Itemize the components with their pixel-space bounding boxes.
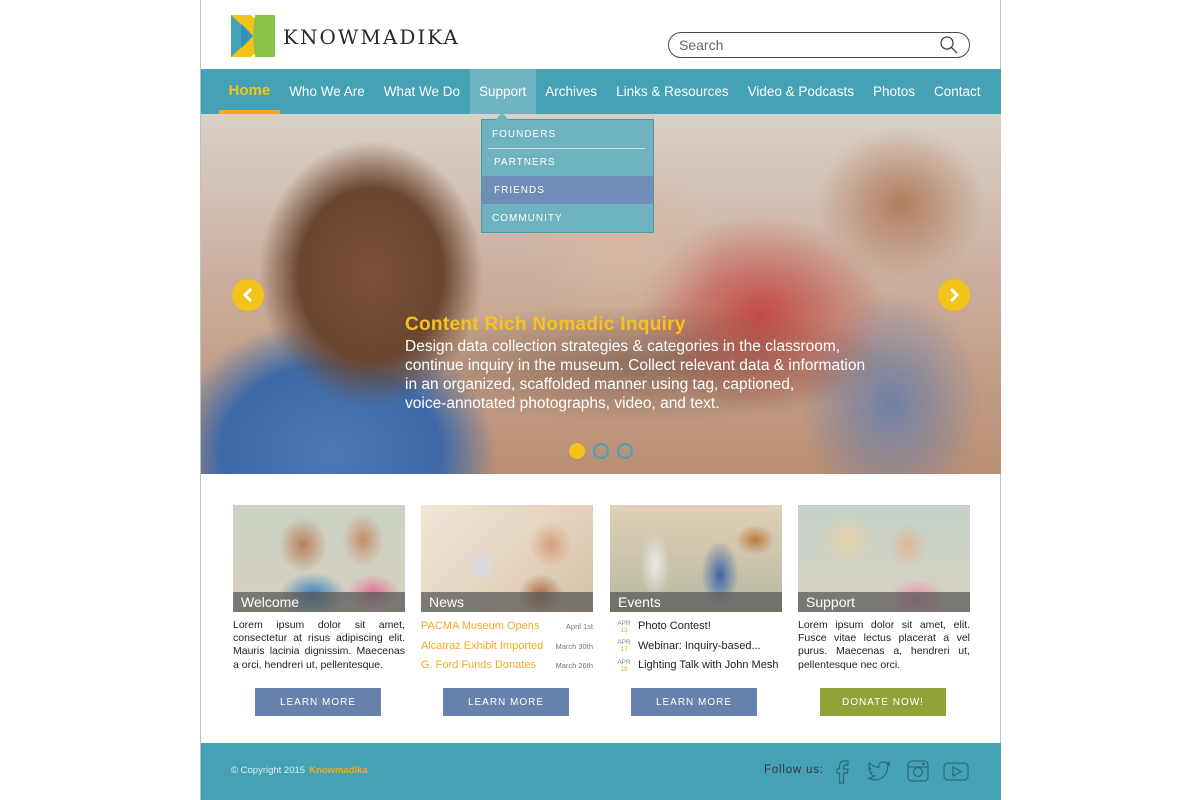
- slider-dot-3[interactable]: [617, 443, 633, 459]
- event-item[interactable]: APR 17 Webinar: Inquiry-based...: [610, 637, 782, 657]
- event-item[interactable]: APR 13 Photo Contest!: [610, 617, 782, 637]
- event-date: APR 17: [617, 639, 631, 654]
- news-caption: News: [421, 592, 593, 612]
- donate-now-button[interactable]: DONATE NOW!: [820, 688, 946, 716]
- event-date: APR 19: [617, 658, 631, 673]
- chevron-right-icon: [949, 287, 960, 303]
- slider-dot-2[interactable]: [593, 443, 609, 459]
- dropdown-item-friends[interactable]: FRIENDS: [482, 176, 653, 204]
- slider-prev-button[interactable]: [232, 279, 264, 311]
- copyright: © Copyright 2015 Knowmadika: [231, 765, 368, 776]
- footer: © Copyright 2015 Knowmadika Follow us:: [201, 743, 1001, 800]
- search-icon[interactable]: [939, 35, 959, 55]
- event-date: APR 13: [617, 619, 631, 634]
- dropdown-caret: [495, 113, 509, 120]
- news-card: News PACMA Museum Opens April 1st Alcatr…: [421, 505, 593, 676]
- nav-item-archives[interactable]: Archives: [536, 69, 607, 114]
- dropdown-item-founders[interactable]: FOUNDERS: [482, 120, 653, 148]
- news-title[interactable]: Alcatraz Exhibit Imported: [421, 640, 543, 653]
- logo[interactable]: KNOWMADIKA: [231, 15, 460, 57]
- welcome-text: Lorem ipsum dolor sit amet, consectetur …: [233, 619, 405, 671]
- logo-mark-icon: [231, 15, 275, 57]
- news-title[interactable]: G. Ford Funds Donates: [421, 659, 536, 672]
- chevron-left-icon: [242, 287, 253, 303]
- footer-brand-link[interactable]: Knowmadika: [309, 765, 368, 776]
- hero-text-line: voice-annotated photographs, video, and …: [405, 395, 720, 412]
- dropdown-item-community[interactable]: COMMUNITY: [482, 204, 653, 232]
- support-dropdown: FOUNDERS PARTNERS FRIENDS COMMUNITY: [481, 119, 654, 233]
- search-input[interactable]: [679, 37, 939, 53]
- nav-item-what-we-do[interactable]: What We Do: [374, 69, 469, 114]
- news-item[interactable]: Alcatraz Exhibit Imported March 30th: [421, 637, 593, 657]
- youtube-icon[interactable]: [942, 757, 970, 785]
- main-nav: Home Who We Are What We Do Support Archi…: [201, 69, 1001, 114]
- news-item[interactable]: PACMA Museum Opens April 1st: [421, 617, 593, 637]
- nav-item-who-we-are[interactable]: Who We Are: [280, 69, 375, 114]
- hero-text-line: Design data collection strategies & cate…: [405, 338, 841, 355]
- news-learn-more-button[interactable]: LEARN MORE: [443, 688, 569, 716]
- nav-item-contact[interactable]: Contact: [924, 69, 990, 114]
- logo-text: KNOWMADIKA: [283, 25, 460, 49]
- support-image[interactable]: Support: [798, 505, 970, 612]
- news-image[interactable]: News: [421, 505, 593, 612]
- nav-item-support[interactable]: Support: [469, 69, 536, 114]
- events-image[interactable]: Events: [610, 505, 782, 612]
- events-list: APR 13 Photo Contest! APR 17 Webinar: Inqu…: [610, 617, 782, 676]
- nav-item-photos[interactable]: Photos: [863, 69, 924, 114]
- event-title[interactable]: Webinar: Inquiry-based...: [638, 640, 761, 653]
- news-date: April 1st: [565, 622, 593, 632]
- hero-text-line: in an organized, scaffolded manner using…: [405, 376, 795, 393]
- news-list: PACMA Museum Opens April 1st Alcatraz Ex…: [421, 617, 593, 676]
- news-date: March 30th: [555, 641, 593, 651]
- news-date: March 26th: [555, 661, 593, 671]
- nav-item-home[interactable]: Home: [219, 69, 280, 114]
- slider-next-button[interactable]: [938, 279, 970, 311]
- dropdown-item-partners[interactable]: PARTNERS: [488, 148, 645, 176]
- welcome-card: Welcome Lorem ipsum dolor sit amet, cons…: [233, 505, 405, 672]
- search-box[interactable]: [668, 32, 970, 58]
- events-learn-more-button[interactable]: LEARN MORE: [631, 688, 757, 716]
- events-caption: Events: [610, 592, 782, 612]
- event-item[interactable]: APR 19 Lighting Talk with John Mesh: [610, 656, 782, 676]
- welcome-image[interactable]: Welcome: [233, 505, 405, 612]
- news-item[interactable]: G. Ford Funds Donates March 26th: [421, 656, 593, 676]
- page: KNOWMADIKA Home Who We Are What We Do Su…: [200, 0, 1001, 800]
- welcome-caption: Welcome: [233, 592, 405, 612]
- hero-text: Design data collection strategies & cate…: [405, 337, 895, 413]
- instagram-icon[interactable]: [904, 757, 932, 785]
- event-title[interactable]: Photo Contest!: [638, 620, 711, 633]
- twitter-icon[interactable]: [865, 757, 893, 785]
- welcome-learn-more-button[interactable]: LEARN MORE: [255, 688, 381, 716]
- nav-item-links-resources[interactable]: Links & Resources: [607, 69, 739, 114]
- support-text: Lorem ipsum dolor sit amet, elit. Fusce …: [798, 619, 970, 671]
- slider-dots: [569, 443, 633, 459]
- facebook-icon[interactable]: [828, 757, 856, 785]
- nav-item-video-podcasts[interactable]: Video & Podcasts: [738, 69, 863, 114]
- slider-dot-1[interactable]: [569, 443, 585, 459]
- hero-title: Content Rich Nomadic Inquiry: [405, 314, 686, 335]
- follow-us-label: Follow us:: [764, 764, 824, 776]
- support-card: Support Lorem ipsum dolor sit amet, elit…: [798, 505, 970, 672]
- support-caption: Support: [798, 592, 970, 612]
- events-card: Events APR 13 Photo Contest! APR 17 Webina…: [610, 505, 782, 676]
- news-title[interactable]: PACMA Museum Opens: [421, 620, 539, 633]
- hero-text-line: continue inquiry in the museum. Collect …: [405, 357, 866, 374]
- event-title[interactable]: Lighting Talk with John Mesh: [638, 659, 778, 672]
